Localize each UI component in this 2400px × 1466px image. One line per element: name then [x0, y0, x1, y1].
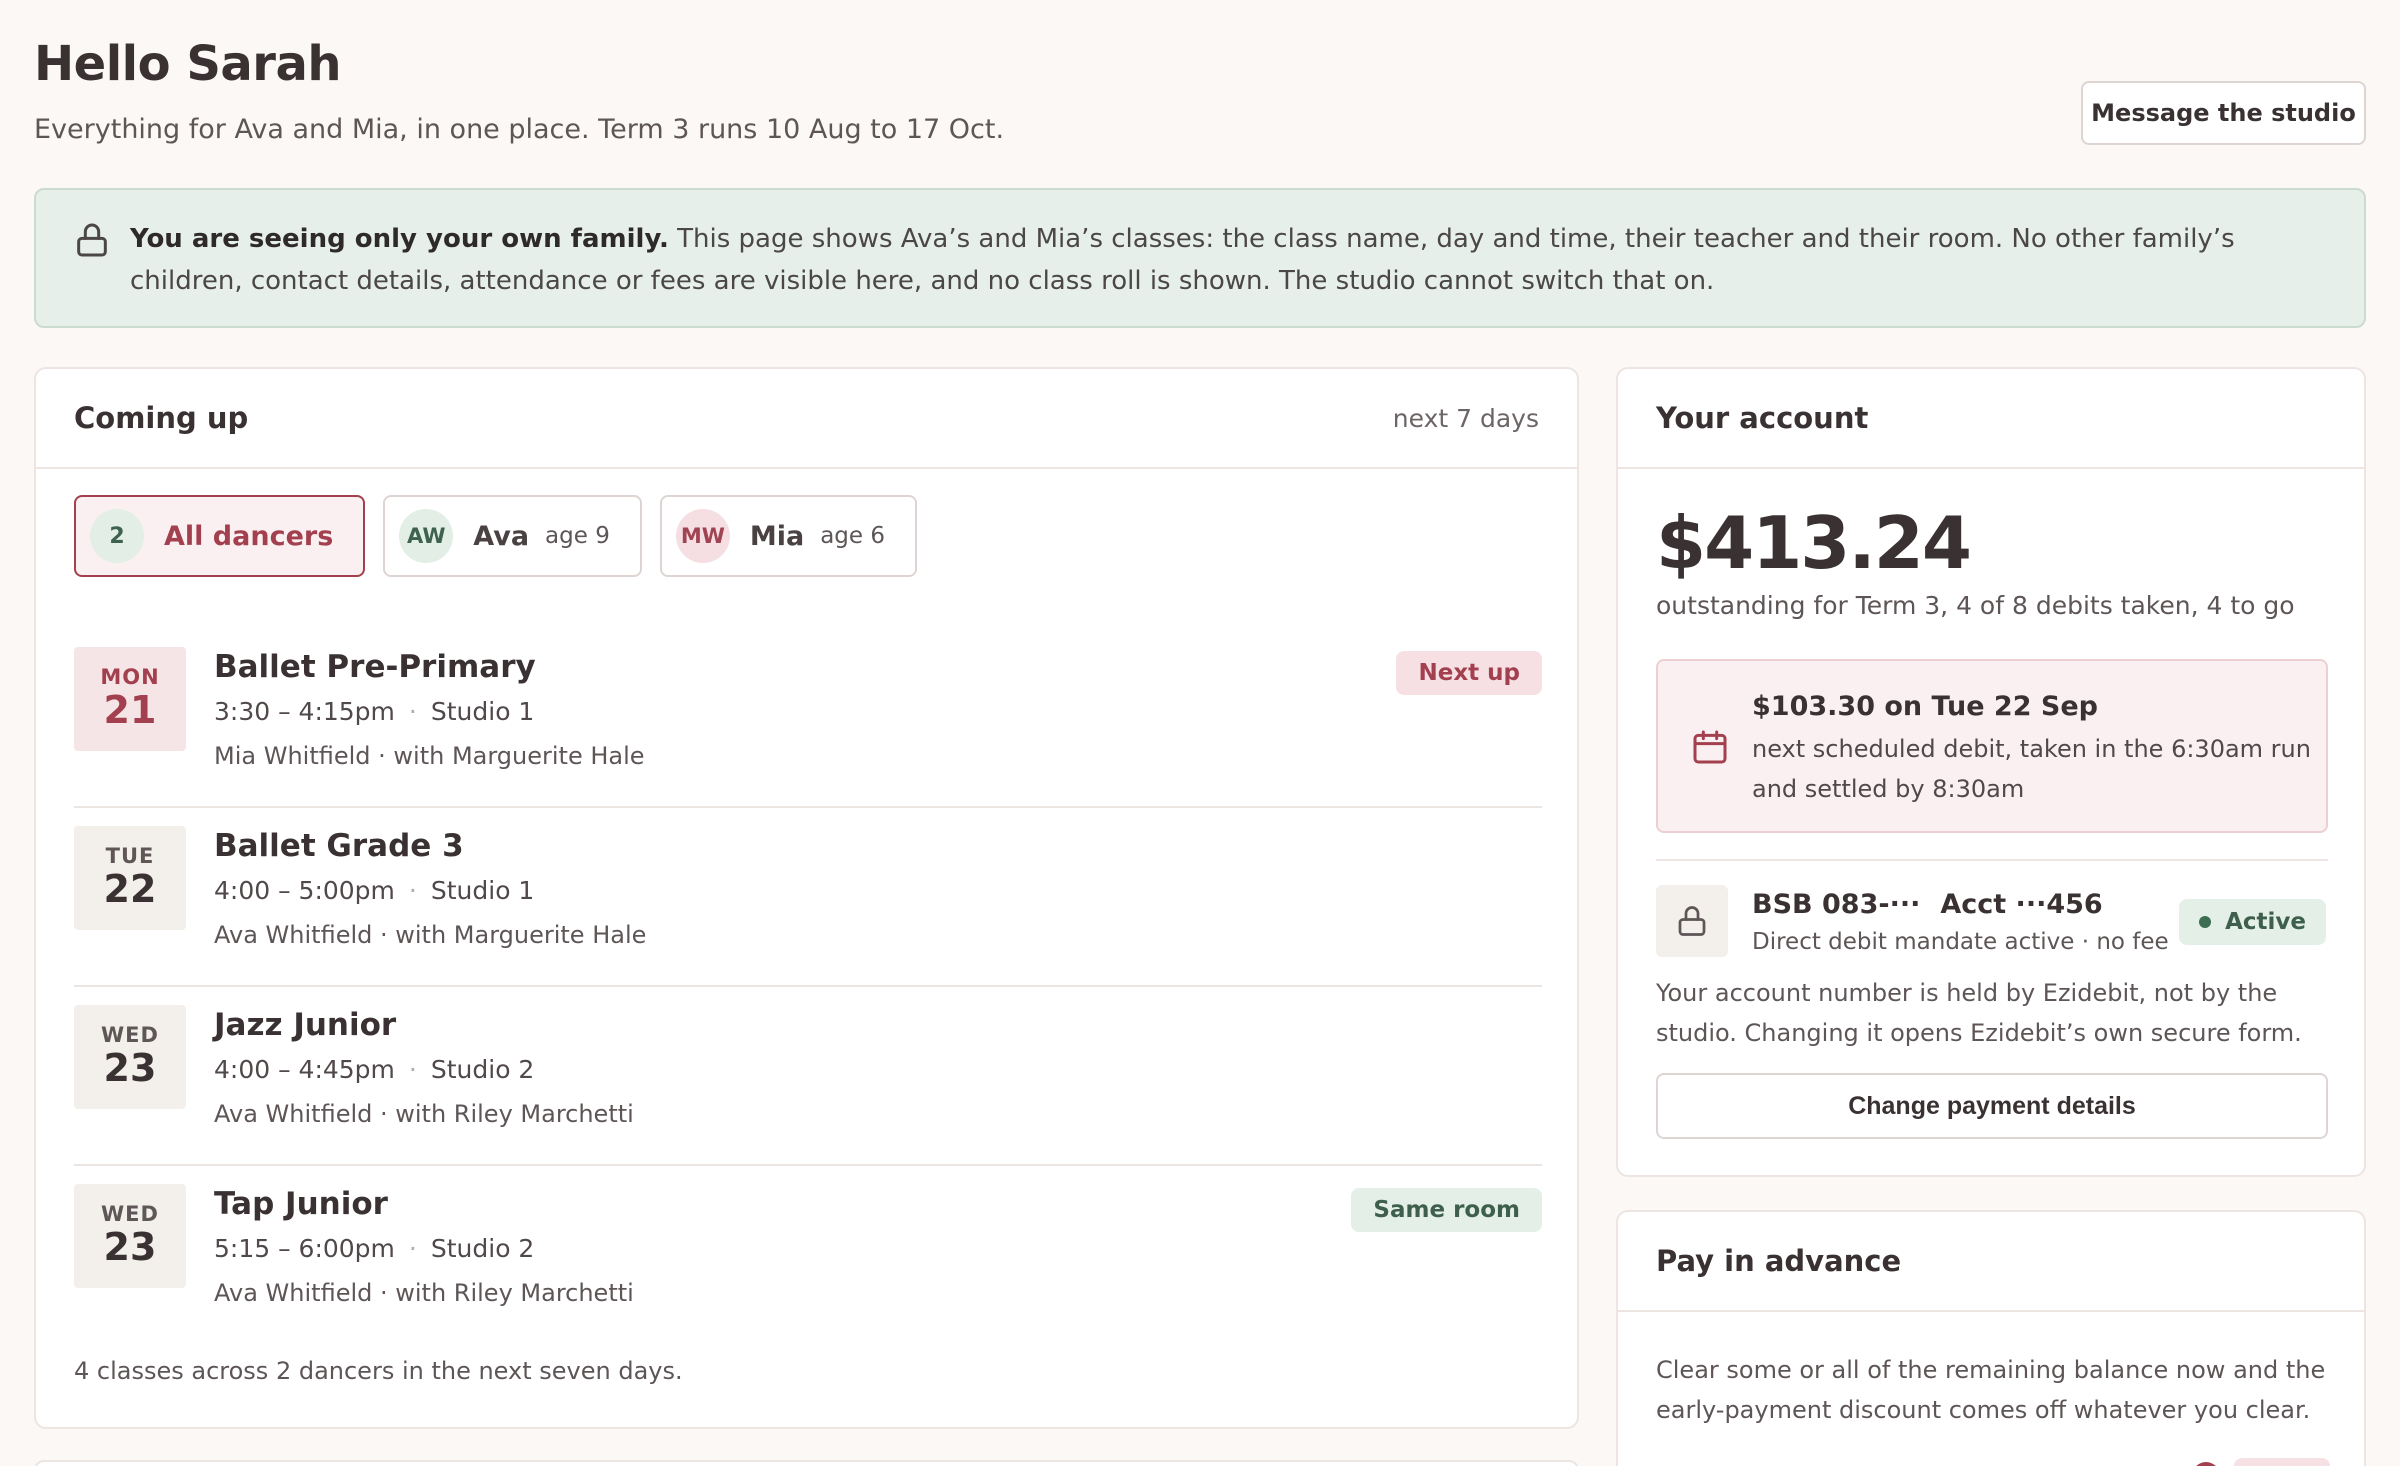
next-debit-panel: $103.30 on Tue 22 Sep next scheduled deb…: [1656, 659, 2328, 833]
class-room: Studio 1: [430, 876, 535, 905]
same-room-badge: Same room: [1351, 1188, 1542, 1232]
change-payment-details-button[interactable]: Change payment details: [1656, 1073, 2328, 1139]
class-row[interactable]: WED 23 Jazz Junior 4:00 – 4:45pm · Studio …: [74, 987, 1542, 1166]
next-debit-title: $103.30 on Tue 22 Sep: [1752, 691, 2098, 722]
coming-up-card: Coming up next 7 days 2 All dancers AW A…: [34, 367, 1579, 1429]
account-security-note: Your account number is held by Ezidebit,…: [1656, 979, 2302, 1047]
filter-all-dancers[interactable]: 2 All dancers: [74, 495, 366, 577]
dancer-count-badge: 2: [90, 509, 144, 563]
class-name: Ballet Pre-Primary: [214, 649, 536, 685]
next-debit-description: next scheduled debit, taken in the 6:30a…: [1752, 735, 2311, 803]
dancer-age: age 6: [820, 523, 885, 549]
next-card-edge: [34, 1460, 1579, 1466]
dancer-age: age 9: [545, 523, 610, 549]
dancer-filter-group: 2 All dancers AW Ava age 9 MW Mia age 6: [36, 469, 1577, 577]
class-date: MON 21: [74, 647, 186, 751]
privacy-notice: You are seeing only your own family. Thi…: [34, 188, 2366, 328]
account-title: Your account: [1656, 401, 1869, 435]
divider: [1656, 859, 2328, 861]
avatar: AW: [399, 509, 454, 563]
class-name: Ballet Grade 3: [214, 828, 464, 864]
class-time: 5:15 – 6:00pm · Studio 2: [214, 1234, 535, 1263]
class-time-range: 4:00 – 4:45pm: [214, 1055, 395, 1084]
pay-in-advance-title: Pay in advance: [1656, 1244, 1902, 1278]
lock-icon: [77, 223, 107, 257]
calendar-icon: [1693, 730, 1727, 764]
class-time: 4:00 – 5:00pm · Studio 1: [214, 876, 535, 905]
class-room: Studio 2: [430, 1234, 535, 1263]
class-dancer-teacher: Ava Whitfield · with Marguerite Hale: [214, 921, 647, 949]
account-number: Acct ···456: [1940, 889, 2103, 920]
message-studio-button[interactable]: Message the studio: [2081, 81, 2366, 145]
pay-in-advance-card: Pay in advance Clear some or all of the …: [1616, 1210, 2366, 1466]
pay-in-advance-description: Clear some or all of the remaining balan…: [1656, 1356, 2326, 1424]
class-room: Studio 1: [430, 697, 535, 726]
bank-details: BSB 083-··· Acct ···456: [1752, 889, 2103, 920]
class-time-range: 4:00 – 5:00pm: [214, 876, 395, 905]
class-day-number: 23: [103, 1225, 157, 1269]
page-header: Hello Sarah Everything for Ava and Mia, …: [34, 36, 2366, 146]
classes-summary: 4 classes across 2 dancers in the next s…: [74, 1357, 683, 1385]
class-date: WED 23: [74, 1005, 186, 1109]
bank-lock-tile: [1656, 885, 1728, 957]
class-day-of-week: WED: [101, 1023, 159, 1047]
class-day-number: 22: [103, 867, 157, 911]
class-time-range: 3:30 – 4:15pm: [214, 697, 395, 726]
class-dancer-teacher: Ava Whitfield · with Riley Marchetti: [214, 1100, 634, 1128]
class-date: TUE 22: [74, 826, 186, 930]
status-badge-label: Active: [2225, 909, 2306, 935]
option-pill[interactable]: [2234, 1458, 2330, 1466]
class-row[interactable]: WED 23 Tap Junior 5:15 – 6:00pm · Studio 2…: [74, 1166, 1542, 1345]
next-up-badge: Next up: [1396, 651, 1542, 695]
filter-label: Ava: [473, 520, 530, 552]
page-subtitle: Everything for Ava and Mia, in one place…: [34, 114, 1005, 145]
privacy-heading: You are seeing only your own family.: [130, 224, 669, 254]
filter-label: Mia: [749, 520, 805, 552]
class-dancer-teacher: Ava Whitfield · with Riley Marchetti: [214, 1279, 634, 1307]
mandate-status-text: Direct debit mandate active · no fee: [1752, 929, 2169, 955]
filter-label: All dancers: [164, 520, 334, 552]
filter-dancer-mia[interactable]: MW Mia age 6: [659, 495, 917, 577]
class-room: Studio 2: [430, 1055, 535, 1084]
class-day-number: 21: [103, 688, 157, 732]
class-time-range: 5:15 – 6:00pm: [214, 1234, 395, 1263]
class-row[interactable]: MON 21 Ballet Pre-Primary 3:30 – 4:15pm ·…: [74, 629, 1542, 808]
filter-dancer-ava[interactable]: AW Ava age 9: [383, 495, 642, 577]
class-dancer-teacher: Mia Whitfield · with Marguerite Hale: [214, 742, 645, 770]
outstanding-description: outstanding for Term 3, 4 of 8 debits ta…: [1656, 591, 2295, 620]
coming-up-title: Coming up: [74, 401, 249, 435]
class-day-of-week: TUE: [105, 844, 155, 868]
status-dot-icon: [2199, 916, 2212, 928]
class-day-of-week: MON: [100, 665, 160, 689]
outstanding-amount: $413.24: [1656, 501, 1972, 585]
option-indicator[interactable]: [2192, 1462, 2220, 1466]
class-name: Jazz Junior: [214, 1007, 397, 1043]
class-row[interactable]: TUE 22 Ballet Grade 3 4:00 – 5:00pm · Stud…: [74, 808, 1542, 987]
class-day-of-week: WED: [101, 1202, 159, 1226]
avatar: MW: [675, 509, 730, 563]
bsb-number: BSB 083-···: [1752, 889, 1921, 920]
class-time: 3:30 – 4:15pm · Studio 1: [214, 697, 535, 726]
account-card: Your account $413.24 outstanding for Ter…: [1616, 367, 2366, 1177]
class-time: 4:00 – 4:45pm · Studio 2: [214, 1055, 535, 1084]
coming-up-range: next 7 days: [1392, 403, 1539, 433]
page-title: Hello Sarah: [34, 36, 342, 92]
lock-icon: [1678, 906, 1706, 936]
class-name: Tap Junior: [214, 1186, 388, 1222]
class-day-number: 23: [103, 1046, 157, 1090]
class-date: WED 23: [74, 1184, 186, 1288]
status-badge: Active: [2179, 899, 2326, 945]
